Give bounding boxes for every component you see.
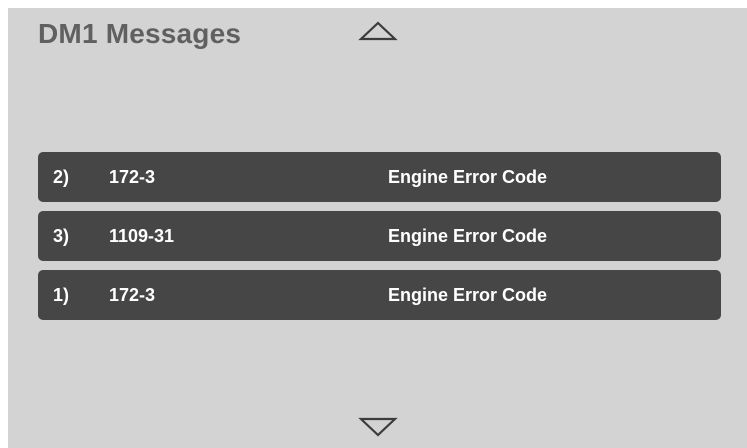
message-list: 2) 172-3 Engine Error Code 3) 1109-31 En… [38,152,721,329]
dm1-messages-panel: DM1 Messages 2) 172-3 Engine Error Code … [8,8,747,448]
list-item[interactable]: 2) 172-3 Engine Error Code [38,152,721,202]
page-title: DM1 Messages [38,18,242,49]
message-description: Engine Error Code [388,167,548,187]
triangle-up-icon [358,21,398,41]
message-index: 2) [53,167,70,187]
list-item[interactable]: 3) 1109-31 Engine Error Code [38,211,721,261]
message-index: 1) [53,285,70,305]
message-description: Engine Error Code [388,285,548,305]
message-code: 1109-31 [109,226,175,246]
triangle-down-icon [358,417,398,437]
scroll-up-button[interactable] [354,14,402,48]
message-index: 3) [53,226,70,246]
list-item[interactable]: 1) 172-3 Engine Error Code [38,270,721,320]
message-code: 172-3 [109,285,156,305]
scroll-down-button[interactable] [354,410,402,444]
message-code: 172-3 [109,167,156,187]
message-description: Engine Error Code [388,226,548,246]
